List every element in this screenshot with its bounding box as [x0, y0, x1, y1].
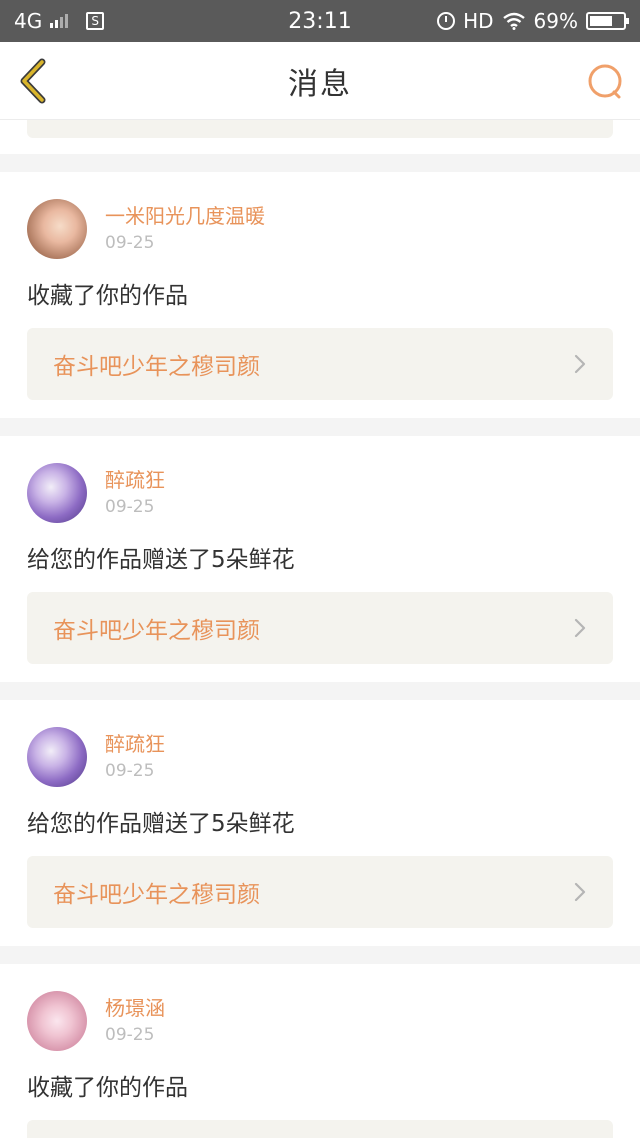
message-action: 收藏了你的作品: [27, 1075, 188, 1101]
user-meta: 醉疏狂 09-25: [105, 467, 165, 519]
work-title: 奋斗吧少年之穆司颜: [53, 618, 260, 644]
wifi-icon: [502, 12, 525, 30]
divider: [0, 418, 640, 436]
message-action: 收藏了你的作品: [27, 283, 188, 309]
message-date: 09-25: [105, 497, 155, 517]
message-list[interactable]: 一米阳光几度温暖 09-25 收藏了你的作品 奋斗吧少年之穆司颜 醉疏狂 09-…: [0, 120, 640, 1138]
battery-icon: [586, 12, 629, 30]
message-date: 09-25: [105, 761, 155, 781]
user-meta: 一米阳光几度温暖 09-25: [105, 203, 265, 255]
message-date: 09-25: [105, 1025, 155, 1045]
page-title: 消息: [288, 66, 352, 102]
work-reference-button[interactable]: 奋斗吧少年之穆司颜: [27, 592, 613, 664]
work-reference-partial[interactable]: [27, 120, 613, 138]
divider: [0, 154, 640, 172]
clock: 23:11: [288, 8, 352, 34]
chevron-right-icon: [574, 618, 586, 638]
username[interactable]: 醉疏狂: [105, 467, 165, 493]
message-item: 杨璟涵 09-25 收藏了你的作品: [0, 964, 640, 1138]
user-row: 杨璟涵 09-25: [27, 990, 613, 1052]
status-right: HD 69%: [406, 9, 629, 33]
chevron-right-icon: [574, 882, 586, 902]
status-bar: 4G S 23:11 HD 69%: [0, 0, 640, 42]
user-row: 醉疏狂 09-25: [27, 726, 613, 788]
network-label: 4G: [14, 9, 43, 33]
avatar[interactable]: [27, 727, 87, 787]
divider: [0, 682, 640, 700]
message-date: 09-25: [105, 233, 155, 253]
search-icon[interactable]: [586, 62, 626, 102]
work-reference-partial[interactable]: [27, 1120, 613, 1138]
app-header: 消息: [0, 42, 640, 120]
user-row: 一米阳光几度温暖 09-25: [27, 198, 613, 260]
sim-icon: S: [86, 12, 105, 30]
user-meta: 醉疏狂 09-25: [105, 731, 165, 783]
divider: [0, 946, 640, 964]
message-action: 给您的作品赠送了5朵鲜花: [27, 547, 295, 573]
username[interactable]: 醉疏狂: [105, 731, 165, 757]
avatar[interactable]: [27, 463, 87, 523]
hd-label: HD: [463, 9, 494, 33]
battery-percent: 69%: [533, 9, 578, 33]
signal-icon: [50, 14, 69, 28]
chevron-left-icon[interactable]: [14, 56, 54, 106]
message-action: 给您的作品赠送了5朵鲜花: [27, 811, 295, 837]
work-title: 奋斗吧少年之穆司颜: [53, 882, 260, 908]
message-item: 醉疏狂 09-25 给您的作品赠送了5朵鲜花 奋斗吧少年之穆司颜: [0, 436, 640, 682]
message-item: 一米阳光几度温暖 09-25 收藏了你的作品 奋斗吧少年之穆司颜: [0, 172, 640, 418]
work-reference-button[interactable]: 奋斗吧少年之穆司颜: [27, 856, 613, 928]
username[interactable]: 一米阳光几度温暖: [105, 203, 265, 229]
message-item: 醉疏狂 09-25 给您的作品赠送了5朵鲜花 奋斗吧少年之穆司颜: [0, 700, 640, 946]
list-item-partial: [0, 120, 640, 154]
user-meta: 杨璟涵 09-25: [105, 995, 165, 1047]
avatar[interactable]: [27, 991, 87, 1051]
alarm-icon: [437, 12, 456, 30]
username[interactable]: 杨璟涵: [105, 995, 165, 1021]
work-title: 奋斗吧少年之穆司颜: [53, 354, 260, 380]
status-left: 4G S: [14, 9, 234, 33]
chevron-right-icon: [574, 354, 586, 374]
work-reference-button[interactable]: 奋斗吧少年之穆司颜: [27, 328, 613, 400]
user-row: 醉疏狂 09-25: [27, 462, 613, 524]
avatar[interactable]: [27, 199, 87, 259]
